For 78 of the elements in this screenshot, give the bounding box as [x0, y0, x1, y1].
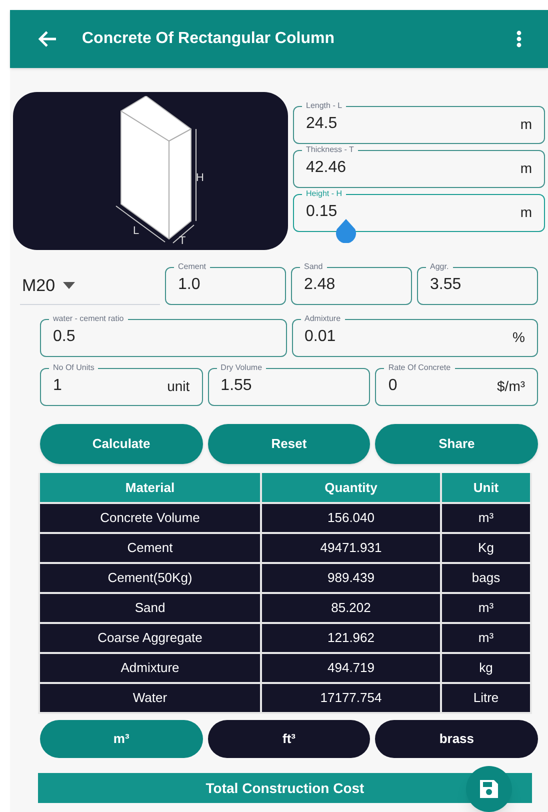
input-field[interactable]: Admixture 0.01 %	[292, 314, 538, 357]
dropdown-caret-icon	[63, 282, 76, 289]
save-fab[interactable]	[466, 766, 512, 812]
more-options-icon[interactable]	[516, 30, 522, 48]
table-cell: m³	[441, 593, 531, 623]
field-label: Dry Volume	[220, 363, 264, 373]
total-cost-header: Total Construction Cost	[38, 773, 532, 803]
table-cell: Sand	[39, 593, 261, 623]
input-field[interactable]: Dry Volume 1.55	[208, 363, 370, 406]
table-cell: 49471.931	[261, 533, 441, 563]
field-value: 1.0	[178, 275, 202, 295]
table-cell: 156.040	[261, 503, 441, 533]
field-value: 3.55	[430, 275, 462, 295]
unit-label: %	[512, 328, 525, 346]
table-cell: Concrete Volume	[39, 503, 261, 533]
table-cell: Cement(50Kg)	[39, 563, 261, 593]
table-cell: m³	[441, 623, 531, 653]
field-label: Length - L	[305, 101, 344, 111]
input-field[interactable]: Cement 1.0	[165, 262, 286, 305]
field-label: Sand	[303, 262, 324, 272]
table-cell: 494.719	[261, 653, 441, 683]
field-value: 0.01	[304, 327, 337, 347]
field-value: 42.46	[306, 158, 348, 178]
table-cell: kg	[441, 653, 531, 683]
field-label: No Of Units	[52, 363, 96, 373]
column-diagram: H L T	[13, 92, 288, 250]
field-value: 0.5	[53, 327, 76, 347]
unit-label: m	[520, 114, 532, 134]
input-field[interactable]: Rate Of Concrete 0 $/m³	[375, 363, 538, 406]
table-cell: Cement	[39, 533, 261, 563]
input-field[interactable]: water - cement ratio 0.5	[40, 314, 286, 357]
field-value: 24.5	[306, 114, 338, 134]
action-button[interactable]: Share	[375, 424, 538, 464]
field-label: Height - H	[305, 189, 344, 199]
field-value: 0.15	[306, 202, 338, 222]
table-cell: Kg	[441, 533, 531, 563]
field-label: Cement	[177, 262, 208, 272]
unit-label: unit	[167, 376, 190, 396]
field-label: Aggr.	[429, 262, 450, 272]
input-field[interactable]: Length - L 24.5 m	[293, 101, 545, 144]
unit-toggle[interactable]: brass	[375, 720, 538, 758]
text-cursor-handle-icon[interactable]	[335, 219, 357, 243]
table-cell: m³	[441, 503, 531, 533]
table-cell: Litre	[441, 683, 531, 713]
save-icon	[478, 778, 500, 800]
unit-label: m	[520, 158, 532, 178]
field-value: 2.48	[304, 275, 336, 295]
input-field[interactable]: Thickness - T 42.46 m	[293, 145, 545, 188]
unit-toggle[interactable]: m³	[40, 720, 203, 758]
screen-title: Concrete Of Rectangular Column	[82, 29, 336, 49]
action-button[interactable]: Calculate	[40, 424, 203, 464]
field-value: 1	[53, 376, 63, 396]
unit-label: $/m³	[497, 376, 526, 396]
action-button[interactable]: Reset	[208, 424, 370, 464]
field-value: 1.55	[220, 376, 253, 396]
unit-label: m	[520, 202, 532, 222]
table-cell: 85.202	[261, 593, 441, 623]
field-label: Thickness - T	[305, 145, 355, 155]
table-cell: Admixture	[39, 653, 261, 683]
table-cell: Coarse Aggregate	[39, 623, 261, 653]
field-value: 0	[388, 376, 398, 396]
input-field[interactable]: Aggr. 3.55	[417, 262, 538, 305]
field-label: water - cement ratio	[52, 314, 125, 324]
table-cell: 17177.754	[261, 683, 441, 713]
input-field[interactable]: Height - H 0.15 m	[293, 189, 545, 232]
input-field[interactable]: Sand 2.48	[291, 262, 412, 305]
unit-toggle[interactable]: ft³	[208, 720, 370, 758]
table-cell: 989.439	[261, 563, 441, 593]
grade-dropdown[interactable]: M20	[20, 267, 160, 305]
table-header-cell: Quantity	[261, 473, 441, 503]
table-cell: Water	[39, 683, 261, 713]
table-cell: bags	[441, 563, 531, 593]
table-header-cell: Material	[39, 473, 261, 503]
field-label: Admixture	[304, 314, 342, 324]
field-label: Rate Of Concrete	[387, 363, 452, 373]
input-field[interactable]: No Of Units 1 unit	[40, 363, 203, 406]
table-header-cell: Unit	[441, 473, 531, 503]
table-cell: 121.962	[261, 623, 441, 653]
